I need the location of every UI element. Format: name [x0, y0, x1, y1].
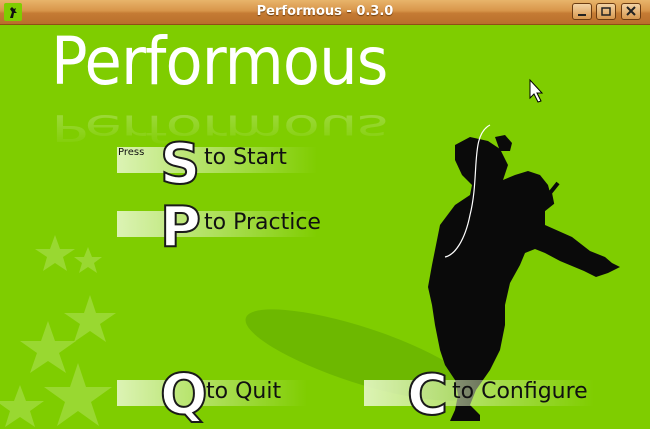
minimize-icon [578, 14, 586, 16]
app-window: Performous - 0.3.0 Performous Performous… [0, 0, 650, 429]
start-label[interactable]: to Start [204, 147, 287, 169]
star-icon [0, 235, 116, 427]
game-logo: Performous [51, 25, 388, 100]
maximize-button[interactable] [596, 3, 616, 20]
configure-label[interactable]: to Configure [452, 381, 588, 403]
maximize-icon [601, 7, 611, 16]
minimize-button[interactable] [572, 3, 592, 20]
close-icon [626, 6, 636, 16]
quit-key[interactable]: Q [159, 367, 209, 425]
close-button[interactable] [621, 3, 641, 20]
press-label: Press [118, 147, 145, 158]
window-title: Performous - 0.3.0 [256, 4, 394, 19]
title-bar[interactable]: Performous - 0.3.0 [0, 0, 650, 25]
game-screen[interactable]: Performous Performous Press S to Start P… [0, 25, 650, 429]
start-key[interactable]: S [159, 136, 201, 194]
logo-reflection: Performous [51, 106, 388, 149]
cursor-icon [529, 78, 544, 103]
configure-key[interactable]: C [406, 367, 449, 425]
practice-key[interactable]: P [159, 199, 202, 257]
quit-label[interactable]: to Quit [206, 381, 281, 403]
practice-label[interactable]: to Practice [204, 212, 321, 234]
